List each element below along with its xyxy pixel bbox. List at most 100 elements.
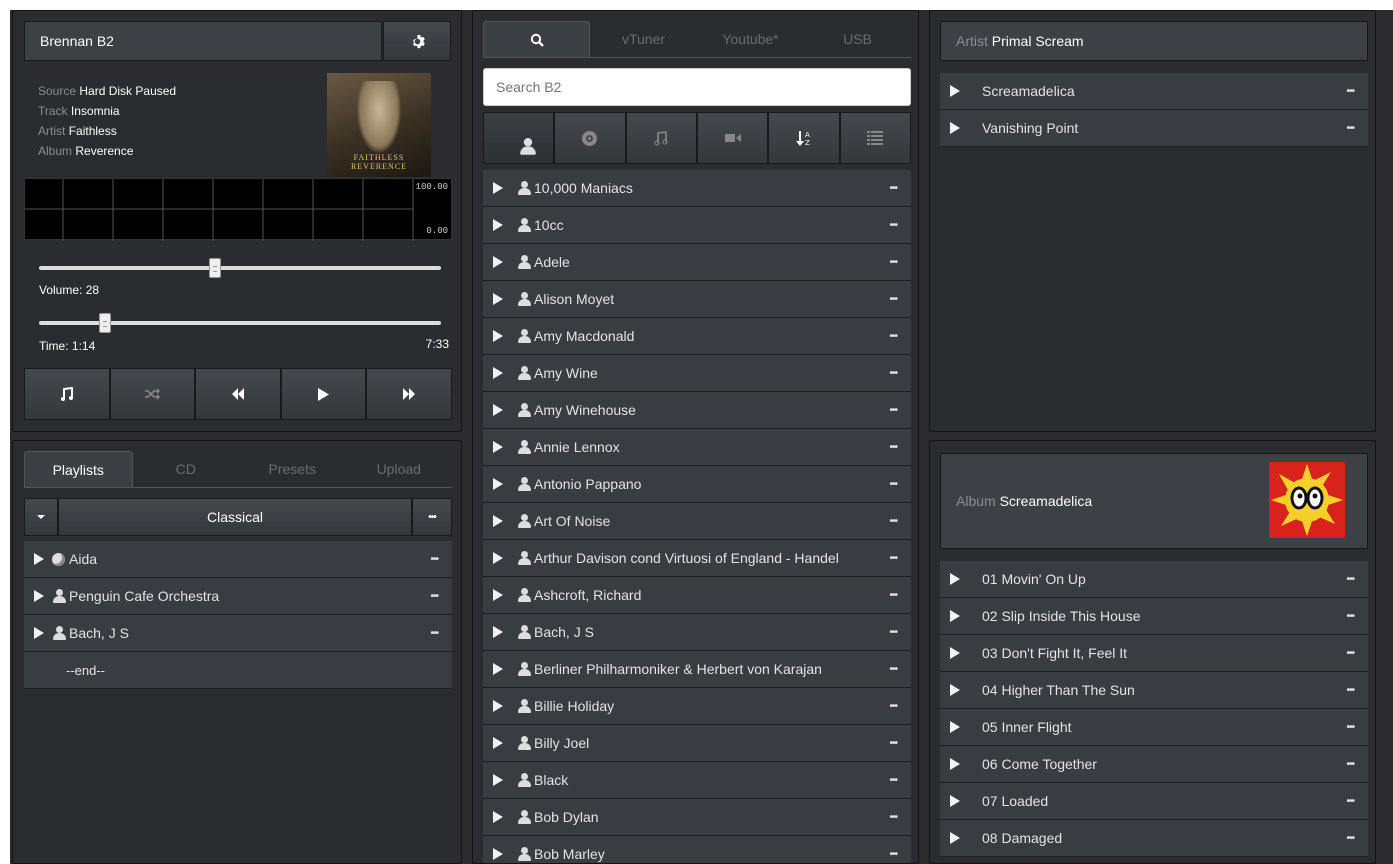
more-icon[interactable]: ••• <box>1346 648 1354 659</box>
sort-button[interactable]: AZ <box>768 112 840 164</box>
previous-button[interactable] <box>195 368 281 420</box>
list-item[interactable]: 03 Don't Fight It, Feel It ••• <box>940 635 1368 672</box>
filter-artists-button[interactable] <box>483 112 555 164</box>
list-item[interactable]: 06 Come Together ••• <box>940 746 1368 783</box>
more-icon[interactable]: ••• <box>889 220 897 231</box>
selected-playlist[interactable]: Classical <box>58 498 412 536</box>
play-icon[interactable] <box>950 758 960 770</box>
list-item[interactable]: Berliner Philharmoniker & Herbert von Ka… <box>483 651 911 688</box>
list-item[interactable]: 02 Slip Inside This House ••• <box>940 598 1368 635</box>
more-icon[interactable]: ••• <box>889 627 897 638</box>
more-icon[interactable]: ••• <box>889 368 897 379</box>
list-item[interactable]: Bach, J S ••• <box>24 615 452 652</box>
list-item[interactable]: Bob Marley ••• <box>483 836 911 863</box>
more-icon[interactable]: ••• <box>889 331 897 342</box>
more-icon[interactable]: ••• <box>1346 759 1354 770</box>
play-button[interactable] <box>280 368 367 420</box>
list-item[interactable]: Billie Holiday ••• <box>483 688 911 725</box>
more-icon[interactable]: ••• <box>889 664 897 675</box>
settings-button[interactable] <box>383 21 451 61</box>
list-item[interactable]: 01 Movin' On Up ••• <box>940 561 1368 598</box>
filter-video-button[interactable] <box>696 112 769 164</box>
list-item[interactable]: 10,000 Maniacs ••• <box>483 170 911 207</box>
list-item[interactable]: Amy Wine ••• <box>483 355 911 392</box>
play-icon[interactable] <box>950 122 960 134</box>
play-icon[interactable] <box>493 552 503 564</box>
play-icon[interactable] <box>493 256 503 268</box>
tab-usb[interactable]: USB <box>804 21 911 57</box>
more-icon[interactable]: ••• <box>430 591 438 602</box>
more-icon[interactable]: ••• <box>1346 833 1354 844</box>
play-icon[interactable] <box>950 573 960 585</box>
more-icon[interactable]: ••• <box>889 479 897 490</box>
tab-search[interactable] <box>483 21 590 57</box>
volume-slider[interactable] <box>39 258 441 278</box>
tab-cd[interactable]: CD <box>133 451 240 487</box>
list-item[interactable]: Black ••• <box>483 762 911 799</box>
more-icon[interactable]: ••• <box>1346 123 1354 134</box>
list-item[interactable]: Adele ••• <box>483 244 911 281</box>
tab-youtube[interactable]: Youtube* <box>697 21 804 57</box>
play-icon[interactable] <box>493 404 503 416</box>
shuffle-button[interactable] <box>109 368 196 420</box>
play-icon[interactable] <box>493 700 503 712</box>
play-icon[interactable] <box>493 626 503 638</box>
more-icon[interactable]: ••• <box>1346 86 1354 97</box>
play-icon[interactable] <box>493 848 503 860</box>
filter-albums-button[interactable] <box>554 112 626 164</box>
play-icon[interactable] <box>493 182 503 194</box>
more-icon[interactable]: ••• <box>430 628 438 639</box>
more-icon[interactable]: ••• <box>889 849 897 860</box>
list-item[interactable]: Alison Moyet ••• <box>483 281 911 318</box>
list-view-button[interactable] <box>839 112 911 164</box>
play-icon[interactable] <box>950 832 960 844</box>
list-item[interactable]: Bach, J S ••• <box>483 614 911 651</box>
play-icon[interactable] <box>493 441 503 453</box>
more-icon[interactable]: ••• <box>1346 796 1354 807</box>
list-item[interactable]: Bob Dylan ••• <box>483 799 911 836</box>
list-item[interactable]: Amy Winehouse ••• <box>483 392 911 429</box>
play-icon[interactable] <box>493 478 503 490</box>
list-item[interactable]: Arthur Davison cond Virtuosi of England … <box>483 540 911 577</box>
play-icon[interactable] <box>493 663 503 675</box>
play-icon[interactable] <box>950 721 960 733</box>
playlist-menu-button[interactable]: ••• <box>412 498 452 536</box>
more-icon[interactable]: ••• <box>889 183 897 194</box>
play-icon[interactable] <box>34 590 44 602</box>
list-item[interactable]: Amy Macdonald ••• <box>483 318 911 355</box>
play-icon[interactable] <box>950 684 960 696</box>
list-item[interactable]: 04 Higher Than The Sun ••• <box>940 672 1368 709</box>
list-item[interactable]: Art Of Noise ••• <box>483 503 911 540</box>
list-item[interactable]: 08 Damaged ••• <box>940 820 1368 857</box>
more-icon[interactable]: ••• <box>430 554 438 565</box>
tab-presets[interactable]: Presets <box>239 451 346 487</box>
more-icon[interactable]: ••• <box>889 738 897 749</box>
play-icon[interactable] <box>493 293 503 305</box>
play-icon[interactable] <box>493 589 503 601</box>
tab-playlists[interactable]: Playlists <box>24 451 133 487</box>
more-icon[interactable]: ••• <box>889 516 897 527</box>
play-icon[interactable] <box>493 774 503 786</box>
list-item[interactable]: Ashcroft, Richard ••• <box>483 577 911 614</box>
play-icon[interactable] <box>493 515 503 527</box>
more-icon[interactable]: ••• <box>889 812 897 823</box>
list-item[interactable]: 05 Inner Flight ••• <box>940 709 1368 746</box>
more-icon[interactable]: ••• <box>1346 574 1354 585</box>
more-icon[interactable]: ••• <box>889 701 897 712</box>
play-icon[interactable] <box>950 610 960 622</box>
search-input[interactable] <box>483 68 911 106</box>
next-button[interactable] <box>366 368 452 420</box>
list-item[interactable]: Penguin Cafe Orchestra ••• <box>24 578 452 615</box>
more-icon[interactable]: ••• <box>889 590 897 601</box>
play-icon[interactable] <box>34 627 44 639</box>
play-icon[interactable] <box>34 553 44 565</box>
more-icon[interactable]: ••• <box>1346 685 1354 696</box>
more-icon[interactable]: ••• <box>889 257 897 268</box>
volume-slider-handle[interactable] <box>208 258 221 278</box>
more-icon[interactable]: ••• <box>1346 611 1354 622</box>
tab-vtuner[interactable]: vTuner <box>590 21 697 57</box>
list-item[interactable]: Screamadelica ••• <box>940 73 1368 110</box>
play-icon[interactable] <box>493 811 503 823</box>
list-item[interactable]: Aida ••• <box>24 541 452 578</box>
play-icon[interactable] <box>493 737 503 749</box>
